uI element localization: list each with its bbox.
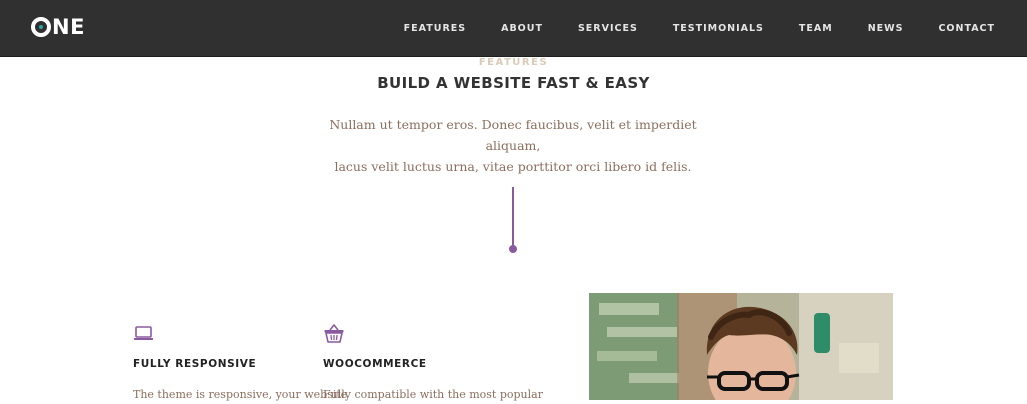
feature-text: Fully compatible with the most popular bbox=[323, 388, 543, 401]
feature-photo-man-with-glasses bbox=[589, 293, 893, 400]
nav-link-testimonials[interactable]: TESTIMONIALS bbox=[673, 23, 764, 34]
top-navbar: NE FEATURES ABOUT SERVICES TESTIMONIALS … bbox=[0, 0, 1027, 56]
feature-text: The theme is responsive, your website bbox=[133, 388, 348, 401]
nav-link-contact[interactable]: CONTACT bbox=[938, 23, 995, 34]
section-lead-line-1: Nullam ut tempor eros. Donec faucibus, v… bbox=[329, 117, 697, 153]
feature-title: WOOCOMMERCE bbox=[323, 358, 427, 370]
feature-fully-responsive: FULLY RESPONSIVE The theme is responsive… bbox=[133, 322, 347, 401]
nav-link-about[interactable]: ABOUT bbox=[501, 23, 543, 34]
section-title: BUILD A WEBSITE FAST & EASY bbox=[377, 74, 650, 92]
nav-link-services[interactable]: SERVICES bbox=[578, 23, 638, 34]
section-divider-dot bbox=[509, 245, 517, 253]
section-kicker: FEATURES bbox=[478, 57, 549, 68]
feature-woocommerce: WOOCOMMERCE Fully compatible with the mo… bbox=[323, 322, 543, 401]
logo-text: NE bbox=[52, 15, 85, 39]
logo-o-mark-icon bbox=[31, 17, 51, 37]
section-lead: Nullam ut tempor eros. Donec faucibus, v… bbox=[313, 114, 713, 177]
photo-illustration bbox=[589, 293, 893, 400]
feature-title: FULLY RESPONSIVE bbox=[133, 358, 257, 370]
section-divider-line bbox=[512, 187, 514, 247]
main-nav: FEATURES ABOUT SERVICES TESTIMONIALS TEA… bbox=[369, 0, 995, 56]
nav-link-news[interactable]: NEWS bbox=[868, 23, 904, 34]
basket-icon bbox=[324, 324, 344, 343]
laptop-icon bbox=[134, 326, 153, 340]
site-logo[interactable]: NE bbox=[31, 14, 85, 40]
section-lead-line-2: lacus velit luctus urna, vitae porttitor… bbox=[334, 159, 692, 174]
nav-link-features[interactable]: FEATURES bbox=[404, 23, 466, 34]
nav-link-team[interactable]: TEAM bbox=[799, 23, 833, 34]
